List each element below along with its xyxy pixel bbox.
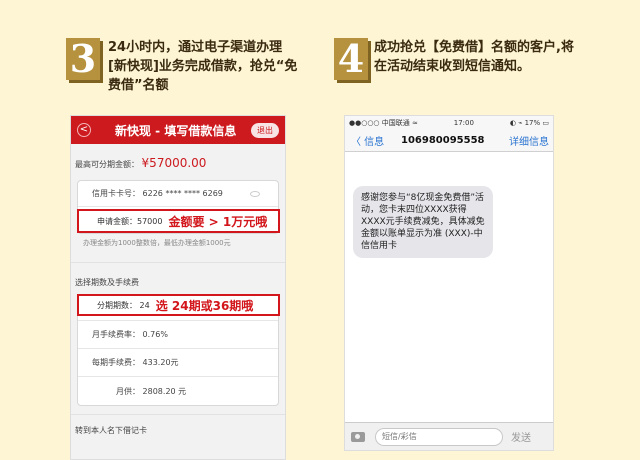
period-select[interactable]: 分期期数： 24 选 24期或36期哦	[77, 294, 280, 316]
exit-button[interactable]: 退出	[251, 122, 279, 138]
period-section-title: 选择期数及手续费	[71, 262, 285, 294]
message-input[interactable]	[375, 427, 503, 446]
card-number-text: 信用卡卡号： 6226 **** **** 6269	[92, 189, 223, 198]
back-to-messages-button[interactable]: 〈 信息	[345, 133, 384, 148]
carrier-text: ●●○○○ 中国联通 ≈	[349, 119, 418, 127]
amount-note: 办理金额为1000整数倍，最低办理金额1000元	[83, 239, 231, 247]
details-button[interactable]: 详细信息	[509, 133, 549, 148]
debit-section-title: 转到本人名下借记卡	[71, 414, 285, 442]
message-composer: 发送	[345, 422, 553, 450]
fee-row: 每期手续费： 433.20元	[78, 349, 278, 377]
max-amount-label: 最高可分期金额：	[75, 160, 139, 169]
form-header: < 新快现 - 填写借款信息 退出	[71, 116, 285, 144]
send-button[interactable]: 发送	[511, 429, 531, 444]
card-number-row[interactable]: 信用卡卡号： 6226 **** **** 6269	[78, 181, 278, 207]
step-4: 4 成功抢兑【免费借】名额的客户,将在活动结束收到短信通知。	[334, 38, 584, 80]
status-bar: ●●○○○ 中国联通 ≈ 17:00 ◐ ⌁ 17% ▭	[345, 116, 553, 130]
clock-text: 17:00	[453, 119, 474, 127]
fee-text: 每期手续费： 433.20元	[92, 358, 179, 367]
step-3: 3 24小时内，通过电子渠道办理[新快现]业务完成借款，抢兑“免费借”名额	[66, 38, 298, 95]
amount-hint: 金额要 > 1万元哦	[168, 214, 268, 229]
amount-label: 申请金额：57000	[97, 216, 163, 226]
loan-form-screen: < 新快现 - 填写借款信息 退出 最高可分期金额： ¥57000.00 信用卡…	[70, 115, 286, 460]
period-hint: 选 24期或36期哦	[155, 298, 254, 313]
step-4-text: 成功抢兑【免费借】名额的客户,将在活动结束收到短信通知。	[374, 40, 574, 74]
sms-screen: ●●○○○ 中国联通 ≈ 17:00 ◐ ⌁ 17% ▭ 〈 信息 106980…	[344, 115, 554, 451]
back-icon[interactable]: <	[77, 123, 91, 137]
camera-icon[interactable]	[351, 431, 365, 442]
payment-row: 月供： 2808.20 元	[78, 377, 278, 405]
amount-input[interactable]: 申请金额：57000 金额要 > 1万元哦	[77, 209, 280, 233]
step-4-badge: 4	[334, 38, 368, 80]
rate-text: 月手续费率： 0.76%	[92, 330, 168, 339]
max-amount-value: ¥57000.00	[141, 156, 207, 170]
step-3-text: 24小时内，通过电子渠道办理[新快现]业务完成借款，抢兑“免费借”名额	[108, 40, 298, 93]
message-bubble: 感谢您参与“8亿现金免费借”活动，您卡末四位XXXX获得XXXX元手续费减免，具…	[353, 186, 493, 258]
rate-row: 月手续费率： 0.76%	[78, 321, 278, 349]
payment-text: 月供： 2808.20 元	[116, 386, 187, 396]
message-navbar: 〈 信息 106980095558 详细信息	[345, 130, 553, 152]
period-label: 分期期数： 24	[97, 300, 150, 310]
sender-number: 106980095558	[401, 135, 485, 146]
eye-icon[interactable]	[250, 190, 260, 197]
max-amount: 最高可分期金额： ¥57000.00	[71, 144, 285, 180]
battery-text: ◐ ⌁ 17% ▭	[509, 119, 549, 127]
step-3-badge: 3	[66, 38, 100, 80]
page-title: 新快现 - 填写借款信息	[115, 123, 237, 138]
